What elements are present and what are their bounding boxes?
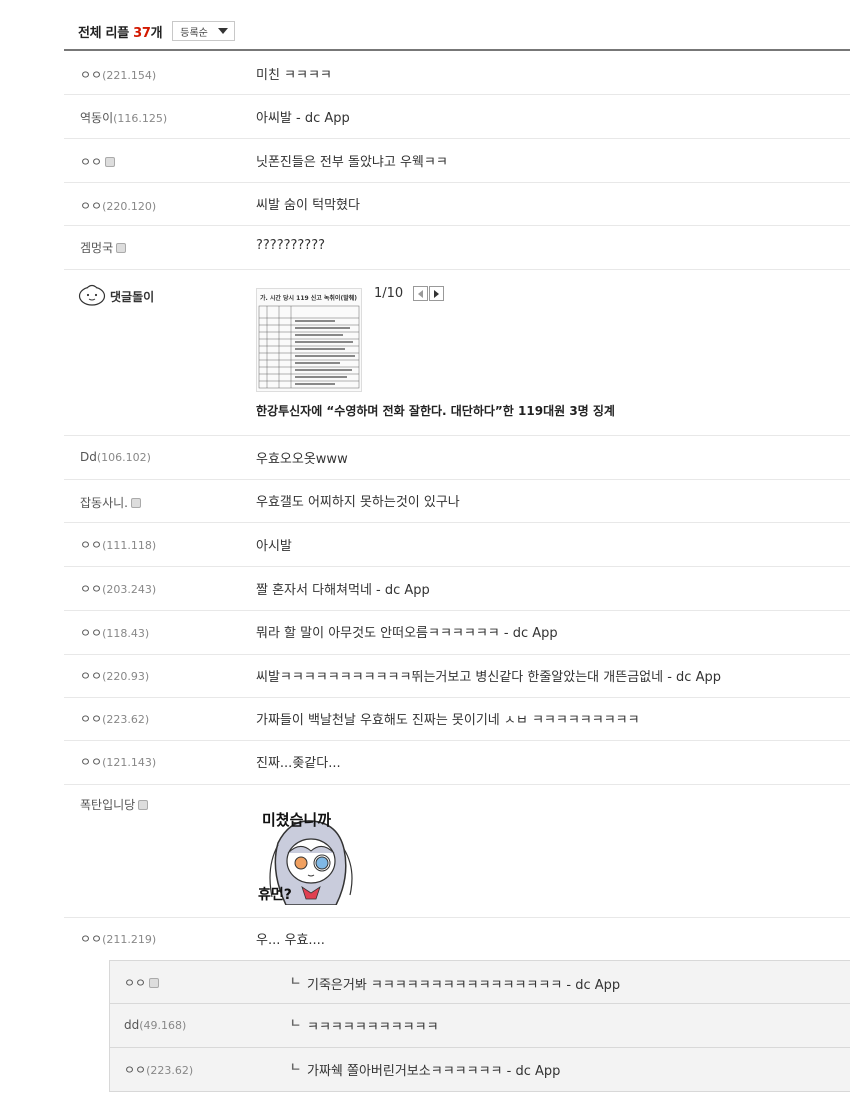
reply-arrow-icon: ㄴ: [290, 1016, 302, 1030]
comment-nick[interactable]: 폭탄입니당: [80, 796, 149, 813]
comment-nick[interactable]: ㅇㅇ(121.143): [80, 753, 156, 770]
comment-nick[interactable]: ㅇㅇ(203.243): [80, 580, 156, 597]
chevron-left-icon: [418, 289, 424, 298]
comment-row: ㅇㅇ(118.43) 뭐라 할 말이 아무것도 안떠오름ㅋㅋㅋㅋㅋㅋ - dc …: [64, 611, 850, 655]
gallog-icon[interactable]: [116, 243, 127, 253]
comment-text: 미친 ㅋㅋㅋㅋ: [256, 68, 332, 83]
comment-nick[interactable]: 잡동사니.: [80, 494, 141, 511]
reply-nick[interactable]: ㅇㅇ(223.62): [124, 1061, 193, 1078]
comment-nick[interactable]: ㅇㅇ(220.120): [80, 197, 156, 214]
comment-row: ㅇㅇ 닛폰진들은 전부 돌았냐고 우웩ㅋㅋ: [64, 139, 850, 183]
comment-nick[interactable]: ㅇㅇ(118.43): [80, 624, 149, 641]
sort-select[interactable]: 등록순: [172, 21, 236, 41]
sticker-illustration: 미쳤습니까 휴먼?: [258, 811, 353, 905]
comment-text: 짤 혼자서 다해쳐먹네 - dc App: [256, 583, 430, 598]
comment-count-title: 전체 리플 37개: [78, 25, 163, 41]
comment-text: 우... 우효....: [256, 933, 325, 948]
comment-nick[interactable]: ㅇㅇ(211.219): [80, 930, 156, 947]
sort-select-label: 등록순: [180, 27, 208, 39]
reply-row: dd(49.168) ㄴ ㅋㅋㅋㅋㅋㅋㅋㅋㅋㅋㅋ: [109, 1004, 850, 1048]
comment-nick[interactable]: ㅇㅇ(223.62): [80, 710, 149, 727]
comment-row: ㅇㅇ(121.143) 진짜...좆같다...: [64, 741, 850, 785]
comment-nick[interactable]: ㅇㅇ(221.154): [80, 66, 156, 83]
comment-text: 씨발 숨이 턱막혔다: [256, 198, 360, 213]
comment-text: 가짜들이 백날천날 우효해도 진짜는 못이기네 ㅅㅂ ㅋㅋㅋㅋㅋㅋㅋㅋㅋ: [256, 713, 640, 728]
reply-nick[interactable]: dd(49.168): [124, 1018, 186, 1032]
comment-text: 닛폰진들은 전부 돌았냐고 우웩ㅋㅋ: [256, 155, 448, 170]
comment-row: ㅇㅇ(220.120) 씨발 숨이 턱막혔다: [64, 183, 850, 226]
comment-text: 아시발: [256, 539, 292, 554]
news-title-link[interactable]: 한강투신자에 “수영하며 전화 잘한다. 대단하다”한 119대원 3명 징계: [256, 402, 615, 419]
reply-row: ㅇㅇ ㄴ 기죽은거봐 ㅋㅋㅋㅋㅋㅋㅋㅋㅋㅋㅋㅋㅋㅋㅋㅋ - dc App: [109, 960, 850, 1004]
gallog-icon[interactable]: [105, 157, 116, 167]
comment-row: 잡동사니. 우효갤도 어찌하지 못하는것이 있구나: [64, 480, 850, 523]
news-thumbnail-table: [258, 305, 360, 389]
sticker-text-top: 미쳤습니까: [262, 811, 331, 829]
comment-nick[interactable]: ㅇㅇ(220.93): [80, 667, 149, 684]
dory-mascot-icon: [78, 284, 106, 306]
gallog-icon[interactable]: [138, 800, 149, 810]
reply-text: 기죽은거봐 ㅋㅋㅋㅋㅋㅋㅋㅋㅋㅋㅋㅋㅋㅋㅋㅋ - dc App: [307, 978, 621, 993]
sticker-text-bottom: 휴먼?: [258, 886, 292, 903]
comment-text: 우효갤도 어찌하지 못하는것이 있구나: [256, 495, 460, 510]
comment-row: ㅇㅇ(220.93) 씨발ㅋㅋㅋㅋㅋㅋㅋㅋㅋㅋㅋ뛰는거보고 병신같다 한줄알았는…: [64, 655, 850, 698]
gallog-icon[interactable]: [149, 978, 160, 988]
comment-row: ㅇㅇ(111.118) 아시발: [64, 523, 850, 567]
news-thumbnail-caption: 가. 시간 당시 119 신고 녹취이(발췌): [260, 295, 357, 302]
comment-count: 37: [133, 25, 151, 41]
reply-text: ㅋㅋㅋㅋㅋㅋㅋㅋㅋㅋㅋ: [307, 1020, 439, 1035]
comment-text: 우효오오옷www: [256, 452, 348, 467]
comment-nick[interactable]: Dd(106.102): [80, 450, 151, 464]
chevron-right-icon: [434, 289, 440, 298]
comment-text: ??????????: [256, 238, 325, 253]
next-news-button[interactable]: [429, 286, 445, 301]
comment-row: 역동이(116.125) 아씨발 - dc App: [64, 95, 850, 139]
comment-row: ㅇㅇ(223.62) 가짜들이 백날천날 우효해도 진짜는 못이기네 ㅅㅂ ㅋㅋ…: [64, 698, 850, 741]
dory-name[interactable]: 댓글돌이: [110, 288, 154, 305]
comment-nick[interactable]: ㅇㅇ: [80, 153, 116, 170]
comment-text: 씨발ㅋㅋㅋㅋㅋㅋㅋㅋㅋㅋㅋ뛰는거보고 병신같다 한줄알았는대 개뜬금없네 - d…: [256, 670, 721, 685]
comment-row-sticker: 폭탄입니당 미쳤습니까 휴먼?: [64, 785, 850, 918]
gallog-icon[interactable]: [130, 498, 141, 508]
reply-arrow-icon: ㄴ: [290, 974, 302, 988]
reply-row: ㅇㅇ(223.62) ㄴ 가짜쉑 쫄아버린거보소ㅋㅋㅋㅋㅋㅋ - dc App: [109, 1048, 850, 1092]
chevron-down-icon: [218, 28, 229, 34]
dory-comment: 댓글돌이 가. 시간 당시 119 신고 녹취이(발췌) 1/10 한강투신자에…: [64, 270, 850, 436]
comment-nick[interactable]: 역동이(116.125): [80, 109, 167, 126]
reply-text: 가짜쉑 쫄아버린거보소ㅋㅋㅋㅋㅋㅋ - dc App: [307, 1064, 561, 1079]
dccon-sticker[interactable]: 미쳤습니까 휴먼?: [256, 801, 362, 905]
comment-row: ㅇㅇ(203.243) 짤 혼자서 다해쳐먹네 - dc App: [64, 567, 850, 611]
comment-header: 전체 리플 37개 등록순: [78, 19, 236, 43]
comment-row: ㅇㅇ(221.154) 미친 ㅋㅋㅋㅋ: [64, 51, 850, 95]
reply-arrow-icon: ㄴ: [290, 1060, 302, 1074]
comment-row: ㅇㅇ(211.219) 우... 우효....: [64, 918, 850, 959]
news-thumbnail[interactable]: 가. 시간 당시 119 신고 녹취이(발췌): [256, 288, 362, 392]
news-page-indicator: 1/10: [374, 286, 404, 301]
comment-nick[interactable]: ㅇㅇ(111.118): [80, 536, 156, 553]
news-pager: 1/10: [374, 286, 445, 301]
comment-row: Dd(106.102) 우효오오옷www: [64, 436, 850, 480]
comment-nick[interactable]: 겜멍국: [80, 239, 127, 256]
comment-text: 아씨발 - dc App: [256, 111, 350, 126]
reply-nick[interactable]: ㅇㅇ: [124, 974, 160, 991]
comment-text: 뭐라 할 말이 아무것도 안떠오름ㅋㅋㅋㅋㅋㅋ - dc App: [256, 626, 558, 641]
comment-text: 진짜...좆같다...: [256, 756, 341, 771]
comment-row: 겜멍국 ??????????: [64, 226, 850, 270]
prev-news-button[interactable]: [413, 286, 429, 301]
